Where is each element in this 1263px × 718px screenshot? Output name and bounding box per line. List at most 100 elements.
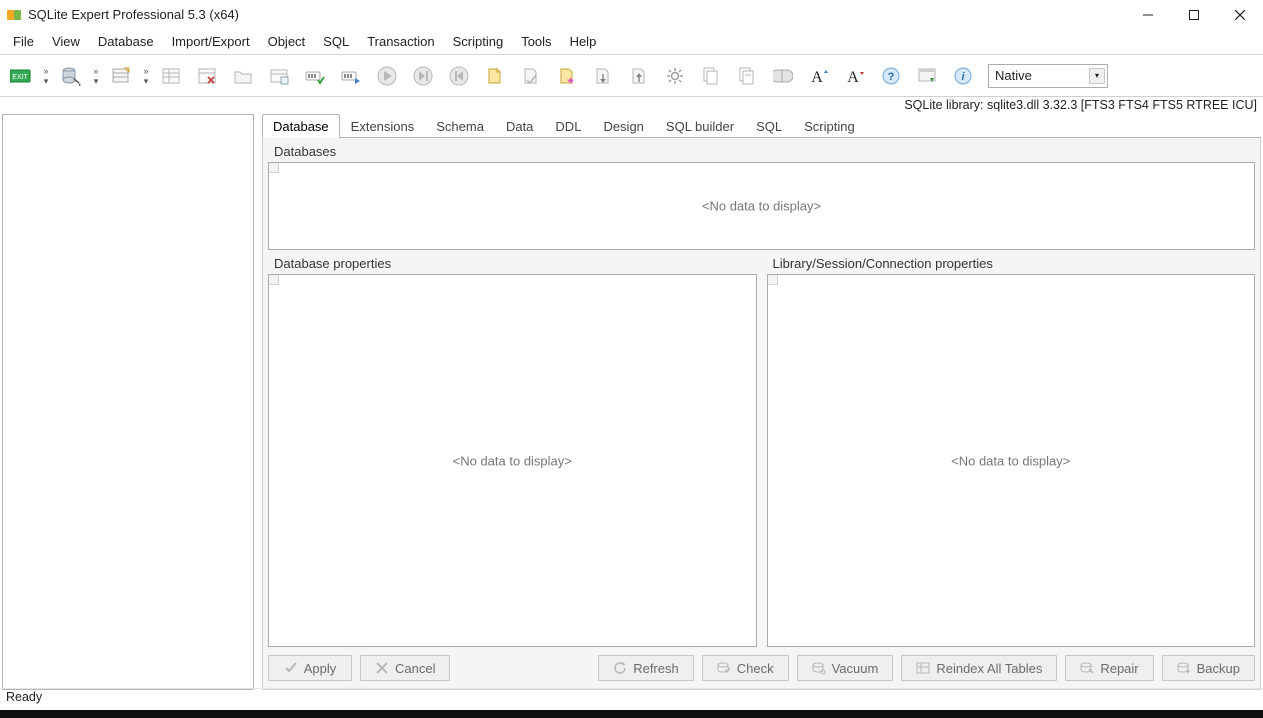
group-databases: Databases <No data to display>: [268, 141, 1255, 250]
apply-label: Apply: [304, 661, 337, 676]
libprops-grid[interactable]: <No data to display>: [767, 274, 1256, 647]
db-check-icon: [717, 661, 731, 675]
tb-help-button[interactable]: ?: [874, 59, 908, 93]
refresh-label: Refresh: [633, 661, 679, 676]
tab-database[interactable]: Database: [262, 114, 340, 138]
tb-table-button[interactable]: [154, 59, 188, 93]
minimize-button[interactable]: [1125, 0, 1171, 30]
tab-sql-builder[interactable]: SQL builder: [655, 114, 745, 138]
tb-stop-button[interactable]: [442, 59, 476, 93]
dbprops-empty-text: <No data to display>: [453, 453, 572, 468]
menu-tools[interactable]: Tools: [512, 30, 560, 54]
repair-button[interactable]: Repair: [1065, 655, 1153, 681]
menu-view[interactable]: View: [43, 30, 89, 54]
databases-grid[interactable]: <No data to display>: [268, 162, 1255, 250]
toolbar-combo-value: Native: [995, 68, 1032, 83]
menu-bar: File View Database Import/Export Object …: [0, 30, 1263, 55]
status-bar: Ready: [0, 688, 1263, 708]
toolbar-mode-combo[interactable]: Native ▾: [988, 64, 1108, 88]
libprops-empty-text: <No data to display>: [951, 453, 1070, 468]
tb-font-decrease-button[interactable]: A: [838, 59, 872, 93]
tb-script-open-button[interactable]: [514, 59, 548, 93]
vacuum-button[interactable]: Vacuum: [797, 655, 894, 681]
menu-help[interactable]: Help: [561, 30, 606, 54]
svg-text:A: A: [847, 69, 859, 86]
menu-file[interactable]: File: [4, 30, 43, 54]
main-tabs: Database Extensions Schema Data DDL Desi…: [262, 114, 1261, 138]
refresh-button[interactable]: Refresh: [598, 655, 694, 681]
tab-schema[interactable]: Schema: [425, 114, 495, 138]
grid-corner-icon: [269, 163, 279, 173]
tb-overflow-3[interactable]: »▾: [140, 67, 152, 85]
group-dbprops-header: Database properties: [268, 253, 757, 274]
tb-font-increase-button[interactable]: A: [802, 59, 836, 93]
tab-sql[interactable]: SQL: [745, 114, 793, 138]
tb-update-button[interactable]: [910, 59, 944, 93]
tb-script-import-button[interactable]: [586, 59, 620, 93]
tb-overflow-1[interactable]: »▾: [40, 67, 52, 85]
tb-book-button[interactable]: [766, 59, 800, 93]
tab-data[interactable]: Data: [495, 114, 544, 138]
tab-scripting[interactable]: Scripting: [793, 114, 866, 138]
tb-run-button[interactable]: [370, 59, 404, 93]
tb-paste-button[interactable]: [730, 59, 764, 93]
menu-transaction[interactable]: Transaction: [358, 30, 443, 54]
check-button[interactable]: Check: [702, 655, 789, 681]
menu-database[interactable]: Database: [89, 30, 163, 54]
backup-label: Backup: [1197, 661, 1240, 676]
menu-sql[interactable]: SQL: [314, 30, 358, 54]
cancel-button[interactable]: Cancel: [360, 655, 450, 681]
database-tree-panel[interactable]: [2, 114, 254, 690]
tb-delete-table-button[interactable]: [190, 59, 224, 93]
tab-extensions[interactable]: Extensions: [340, 114, 426, 138]
tab-content-database: Databases <No data to display> Database …: [262, 138, 1261, 690]
tb-view-button[interactable]: [262, 59, 296, 93]
grid-corner-icon: [768, 275, 778, 285]
reindex-icon: [916, 661, 930, 675]
tb-exit-button[interactable]: EXIT: [4, 59, 38, 93]
dbprops-grid[interactable]: <No data to display>: [268, 274, 757, 647]
group-libprops-header: Library/Session/Connection properties: [767, 253, 1256, 274]
menu-scripting[interactable]: Scripting: [444, 30, 513, 54]
close-button[interactable]: [1217, 0, 1263, 30]
tb-execute-play-button[interactable]: [334, 59, 368, 93]
tb-settings-button[interactable]: [658, 59, 692, 93]
check-label: Check: [737, 661, 774, 676]
backup-icon: [1177, 661, 1191, 675]
taskbar-edge: [0, 710, 1263, 718]
tab-ddl[interactable]: DDL: [544, 114, 592, 138]
tb-copy-button[interactable]: [694, 59, 728, 93]
vacuum-label: Vacuum: [832, 661, 879, 676]
svg-text:?: ?: [888, 71, 895, 83]
title-bar: SQLite Expert Professional 5.3 (x64): [0, 0, 1263, 30]
reindex-button[interactable]: Reindex All Tables: [901, 655, 1057, 681]
tb-new-table-button[interactable]: [104, 59, 138, 93]
work-area: Database Extensions Schema Data DDL Desi…: [0, 112, 1263, 690]
db-vacuum-icon: [812, 661, 826, 675]
tb-execute-check-button[interactable]: [298, 59, 332, 93]
backup-button[interactable]: Backup: [1162, 655, 1255, 681]
maximize-button[interactable]: [1171, 0, 1217, 30]
tb-script-export-button[interactable]: [622, 59, 656, 93]
menu-import-export[interactable]: Import/Export: [163, 30, 259, 54]
x-icon: [375, 661, 389, 675]
tb-script-star-button[interactable]: [550, 59, 584, 93]
apply-button[interactable]: Apply: [268, 655, 352, 681]
tb-info-button[interactable]: i: [946, 59, 980, 93]
button-row: Apply Cancel Refresh Check Vacuum Reinde…: [263, 647, 1260, 689]
tb-overflow-2[interactable]: »▾: [90, 67, 102, 85]
tab-design[interactable]: Design: [592, 114, 654, 138]
svg-text:A: A: [811, 69, 823, 86]
svg-text:EXIT: EXIT: [12, 74, 28, 81]
tb-script-new-button[interactable]: [478, 59, 512, 93]
tb-step-button[interactable]: [406, 59, 440, 93]
menu-object[interactable]: Object: [259, 30, 315, 54]
chevron-down-icon: ▾: [1089, 68, 1105, 84]
tb-open-database-button[interactable]: [54, 59, 88, 93]
status-text: Ready: [6, 690, 42, 704]
repair-icon: [1080, 661, 1094, 675]
app-icon: [6, 7, 22, 23]
reindex-label: Reindex All Tables: [936, 661, 1042, 676]
group-databases-header: Databases: [268, 141, 1255, 162]
tb-folder-button[interactable]: [226, 59, 260, 93]
